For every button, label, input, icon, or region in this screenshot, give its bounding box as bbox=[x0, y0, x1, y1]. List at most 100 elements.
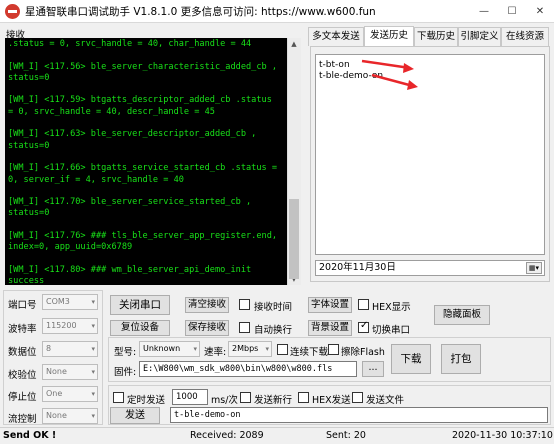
chevron-down-icon: ▾ bbox=[91, 298, 95, 306]
send-status: Send OK ! bbox=[3, 430, 57, 441]
terminal-line: [WM_I] <117.70> ble_server_service_start… bbox=[8, 197, 252, 208]
receive-time-checkbox[interactable] bbox=[239, 299, 250, 310]
baud-select[interactable]: 115200 ▾ bbox=[42, 318, 98, 334]
send-newline-checkbox[interactable] bbox=[240, 392, 251, 403]
history-item[interactable]: t-bt-on bbox=[319, 60, 350, 70]
switch-port-label: 切换串口 bbox=[372, 325, 411, 336]
flow-control-value: None bbox=[46, 411, 67, 420]
browse-firmware-button[interactable]: ... bbox=[362, 361, 384, 377]
maximize-button[interactable]: ☐ bbox=[498, 0, 526, 23]
terminal-line: 0, server_if = 4, srvc_handle = 40 bbox=[8, 174, 184, 185]
parity-value: None bbox=[46, 367, 67, 376]
chevron-down-icon: ▾ bbox=[91, 345, 95, 353]
terminal-line: [WM_I] <117.56> ble_server_characteristi… bbox=[8, 61, 278, 72]
scrollbar-thumb[interactable] bbox=[289, 199, 299, 279]
data-bits-value: 8 bbox=[46, 344, 52, 353]
port-value: COM3 bbox=[46, 297, 70, 306]
erase-flash-checkbox[interactable] bbox=[328, 344, 339, 355]
tab-online-resources[interactable]: 在线资源 bbox=[501, 27, 549, 46]
scroll-up-icon[interactable]: ▲ bbox=[287, 38, 301, 50]
hide-panel-button[interactable]: 隐藏面板 bbox=[434, 305, 490, 325]
switch-port-checkbox[interactable] bbox=[358, 320, 369, 333]
reset-device-button[interactable]: 复位设备 bbox=[110, 320, 170, 336]
timed-send-checkbox[interactable] bbox=[113, 392, 124, 403]
hex-send-checkbox[interactable] bbox=[298, 392, 309, 403]
baud-label: 波特率 bbox=[8, 324, 37, 335]
interval-unit-label: ms/次 bbox=[211, 395, 238, 406]
app-logo-icon bbox=[5, 4, 20, 19]
download-button[interactable]: 下载 bbox=[391, 344, 431, 374]
firmware-path-input[interactable]: E:\W800\wm_sdk_w800\bin\w800\w800.fls bbox=[139, 361, 357, 377]
terminal-line: status=0 bbox=[8, 72, 50, 83]
tab-send-history[interactable]: 发送历史 bbox=[364, 26, 414, 47]
chevron-down-icon: ▾ bbox=[265, 345, 269, 353]
receive-terminal[interactable]: .status = 0, srvc_handle = 40, char_hand… bbox=[5, 38, 287, 285]
hex-display-checkbox[interactable] bbox=[358, 299, 369, 310]
send-newline-label: 发送新行 bbox=[254, 395, 293, 406]
save-receive-button[interactable]: 保存接收 bbox=[185, 320, 229, 336]
receive-time-label: 接收时间 bbox=[254, 302, 293, 313]
tab-pin-definition[interactable]: 引脚定义 bbox=[458, 27, 501, 46]
status-datetime: 2020-11-30 10:37:10 bbox=[452, 430, 553, 441]
port-label: 端口号 bbox=[8, 300, 37, 311]
annotation-arrows bbox=[361, 59, 418, 90]
stop-bits-select[interactable]: One ▾ bbox=[42, 386, 98, 402]
chevron-down-icon: ▾ bbox=[193, 345, 197, 353]
pack-button[interactable]: 打包 bbox=[441, 344, 481, 374]
flow-control-select[interactable]: None ▾ bbox=[42, 408, 98, 424]
history-date-picker[interactable]: 2020年11月30日 ▦▾ bbox=[315, 260, 545, 276]
tab-multi-text-send[interactable]: 多文本发送 bbox=[308, 27, 364, 46]
send-file-label: 发送文件 bbox=[366, 395, 405, 406]
close-button[interactable]: ✕ bbox=[526, 0, 554, 23]
hex-display-label: HEX显示 bbox=[372, 302, 411, 313]
flow-control-label: 流控制 bbox=[8, 414, 37, 425]
model-value: Unknown bbox=[143, 344, 181, 353]
data-bits-select[interactable]: 8 ▾ bbox=[42, 341, 98, 357]
baud-value: 115200 bbox=[46, 321, 77, 330]
chevron-down-icon: ▾ bbox=[91, 390, 95, 398]
background-settings-button[interactable]: 背景设置 bbox=[308, 320, 352, 336]
minimize-button[interactable]: — bbox=[470, 0, 498, 23]
send-button[interactable]: 发送 bbox=[110, 407, 160, 424]
stop-bits-value: One bbox=[46, 389, 63, 398]
continuous-download-checkbox[interactable] bbox=[277, 344, 288, 355]
send-history-list[interactable]: t-bt-on t-ble-demo-on bbox=[315, 54, 545, 255]
terminal-line: index=0, app_uuid=0x6789 bbox=[8, 242, 133, 253]
arrow-line bbox=[371, 73, 414, 88]
terminal-line: = 0, srvc_handle = 40, descr_handle = 45 bbox=[8, 106, 215, 117]
status-bar: Send OK ! Received: 2089 Sent: 20 2020-1… bbox=[0, 427, 554, 444]
port-select[interactable]: COM3 ▾ bbox=[42, 294, 98, 310]
clear-receive-button[interactable]: 清空接收 bbox=[185, 297, 229, 313]
firmware-label: 固件: bbox=[114, 367, 137, 378]
model-select[interactable]: Unknown ▾ bbox=[139, 341, 200, 357]
tab-download-history[interactable]: 下载历史 bbox=[414, 27, 458, 46]
auto-wrap-label: 自动换行 bbox=[254, 325, 293, 336]
send-interval-input[interactable]: 1000 bbox=[172, 389, 208, 405]
parity-select[interactable]: None ▾ bbox=[42, 364, 98, 380]
data-bits-label: 数据位 bbox=[8, 347, 37, 358]
sent-count: Sent: 20 bbox=[326, 430, 366, 441]
history-date: 2020年11月30日 bbox=[319, 262, 396, 273]
terminal-line: success bbox=[8, 276, 45, 285]
terminal-line: status=0 bbox=[8, 208, 50, 219]
arrow-head bbox=[407, 80, 418, 90]
timed-send-label: 定时发送 bbox=[127, 395, 166, 406]
calendar-dropdown-icon[interactable]: ▦▾ bbox=[526, 262, 542, 274]
font-settings-button[interactable]: 字体设置 bbox=[308, 297, 352, 313]
terminal-line: [WM_I] <117.59> btgatts_descriptor_added… bbox=[8, 95, 272, 106]
auto-wrap-checkbox[interactable] bbox=[239, 322, 250, 333]
terminal-line: [WM_I] <117.80> ### wm_ble_server_api_de… bbox=[8, 264, 252, 275]
terminal-line: [WM_I] <117.63> ble_server_descriptor_ad… bbox=[8, 129, 257, 140]
stop-bits-label: 停止位 bbox=[8, 392, 37, 403]
send-file-checkbox[interactable] bbox=[352, 392, 363, 403]
send-text-input[interactable]: t-ble-demo-on bbox=[170, 407, 548, 423]
close-port-button[interactable]: 关闭串口 bbox=[110, 295, 170, 315]
rate-select[interactable]: 2Mbps ▾ bbox=[228, 341, 272, 357]
window-title: 星通智联串口调试助手 V1.8.1.0 更多信息可访问: https://www… bbox=[25, 6, 376, 18]
